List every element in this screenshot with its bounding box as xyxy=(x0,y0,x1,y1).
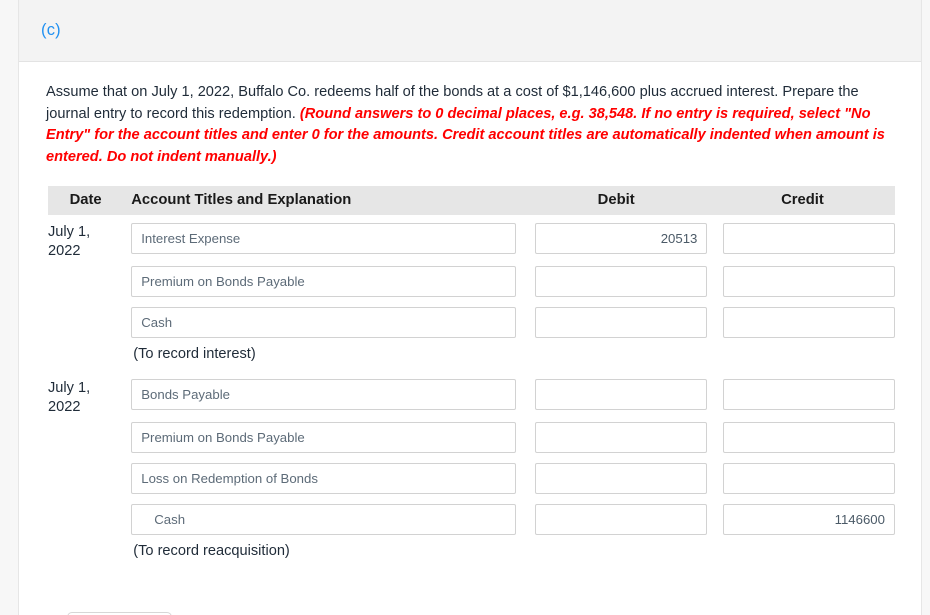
entry-date xyxy=(48,417,123,458)
account-cell xyxy=(123,417,522,458)
table-row xyxy=(48,261,895,302)
debit-cell xyxy=(522,458,710,499)
debit-amount-input[interactable] xyxy=(535,222,708,254)
credit-amount-input[interactable] xyxy=(722,266,895,297)
table-header-row: Date Account Titles and Explanation Debi… xyxy=(48,186,895,215)
debit-amount-input[interactable] xyxy=(535,378,708,410)
column-header-account: Account Titles and Explanation xyxy=(123,186,523,215)
credit-amount-input[interactable] xyxy=(722,378,895,410)
debit-amount-input[interactable] xyxy=(535,266,708,297)
account-title-input[interactable] xyxy=(131,307,517,338)
account-cell xyxy=(123,371,522,417)
entry-date xyxy=(48,458,123,499)
debit-amount-input[interactable] xyxy=(535,422,708,453)
footer-area: . . . xyxy=(46,580,895,615)
account-title-input[interactable] xyxy=(131,266,517,297)
journal-entry-body: July 1, 2022 (To record interest) July 1, … xyxy=(48,215,895,568)
card-body: Assume that on July 1, 2022, Buffalo Co.… xyxy=(19,62,921,615)
account-title-input[interactable] xyxy=(131,222,517,254)
note-spacer xyxy=(48,540,123,568)
debit-cell xyxy=(522,499,710,540)
entry-note-row: (To record interest) xyxy=(48,343,895,371)
debit-cell xyxy=(522,417,710,458)
debit-cell xyxy=(522,261,710,302)
credit-amount-input[interactable] xyxy=(722,504,895,535)
entry-date: July 1, 2022 xyxy=(48,224,91,259)
journal-entry-table: Date Account Titles and Explanation Debi… xyxy=(48,186,895,568)
account-cell xyxy=(123,499,522,540)
credit-amount-input[interactable] xyxy=(722,222,895,254)
credit-amount-input[interactable] xyxy=(722,422,895,453)
credit-cell xyxy=(710,302,895,343)
debit-cell xyxy=(522,302,710,343)
column-header-date: Date xyxy=(48,186,124,215)
account-title-input[interactable] xyxy=(131,422,517,453)
account-cell xyxy=(123,458,522,499)
account-title-input[interactable] xyxy=(131,504,517,535)
credit-cell xyxy=(710,371,895,417)
debit-amount-input[interactable] xyxy=(535,504,708,535)
entry-note: (To record interest) xyxy=(133,346,256,362)
credit-cell xyxy=(710,417,895,458)
question-prompt: Assume that on July 1, 2022, Buffalo Co.… xyxy=(46,82,895,168)
table-row xyxy=(48,458,895,499)
entry-date: July 1, 2022 xyxy=(48,380,91,415)
debit-cell xyxy=(522,215,710,261)
credit-cell xyxy=(710,215,895,261)
card-header: (c) xyxy=(19,0,921,62)
debit-cell xyxy=(522,371,710,417)
column-header-credit: Credit xyxy=(709,186,895,215)
credit-cell xyxy=(710,261,895,302)
table-row xyxy=(48,499,895,540)
entry-note: (To record reacquisition) xyxy=(133,543,290,559)
credit-cell xyxy=(710,499,895,540)
table-row: July 1, 2022 xyxy=(48,215,895,261)
entry-note-row: (To record reacquisition) xyxy=(48,540,895,568)
account-cell xyxy=(123,261,522,302)
entry-date xyxy=(48,499,123,540)
debit-amount-input[interactable] xyxy=(535,463,708,494)
question-card: (c) Assume that on July 1, 2022, Buffalo… xyxy=(18,0,922,615)
account-title-input[interactable] xyxy=(131,378,517,410)
account-title-input[interactable] xyxy=(131,463,517,494)
exercise-page: (c) Assume that on July 1, 2022, Buffalo… xyxy=(0,0,930,615)
entry-date xyxy=(48,261,123,302)
credit-cell xyxy=(710,458,895,499)
note-spacer xyxy=(48,343,123,371)
table-row xyxy=(48,302,895,343)
table-row xyxy=(48,417,895,458)
credit-amount-input[interactable] xyxy=(722,463,895,494)
part-label: (c) xyxy=(41,21,61,40)
credit-amount-input[interactable] xyxy=(722,307,895,338)
table-row: July 1, 2022 xyxy=(48,371,895,417)
account-cell xyxy=(123,302,522,343)
entry-date xyxy=(48,302,123,343)
debit-amount-input[interactable] xyxy=(535,307,708,338)
account-cell xyxy=(123,215,522,261)
column-header-debit: Debit xyxy=(522,186,710,215)
